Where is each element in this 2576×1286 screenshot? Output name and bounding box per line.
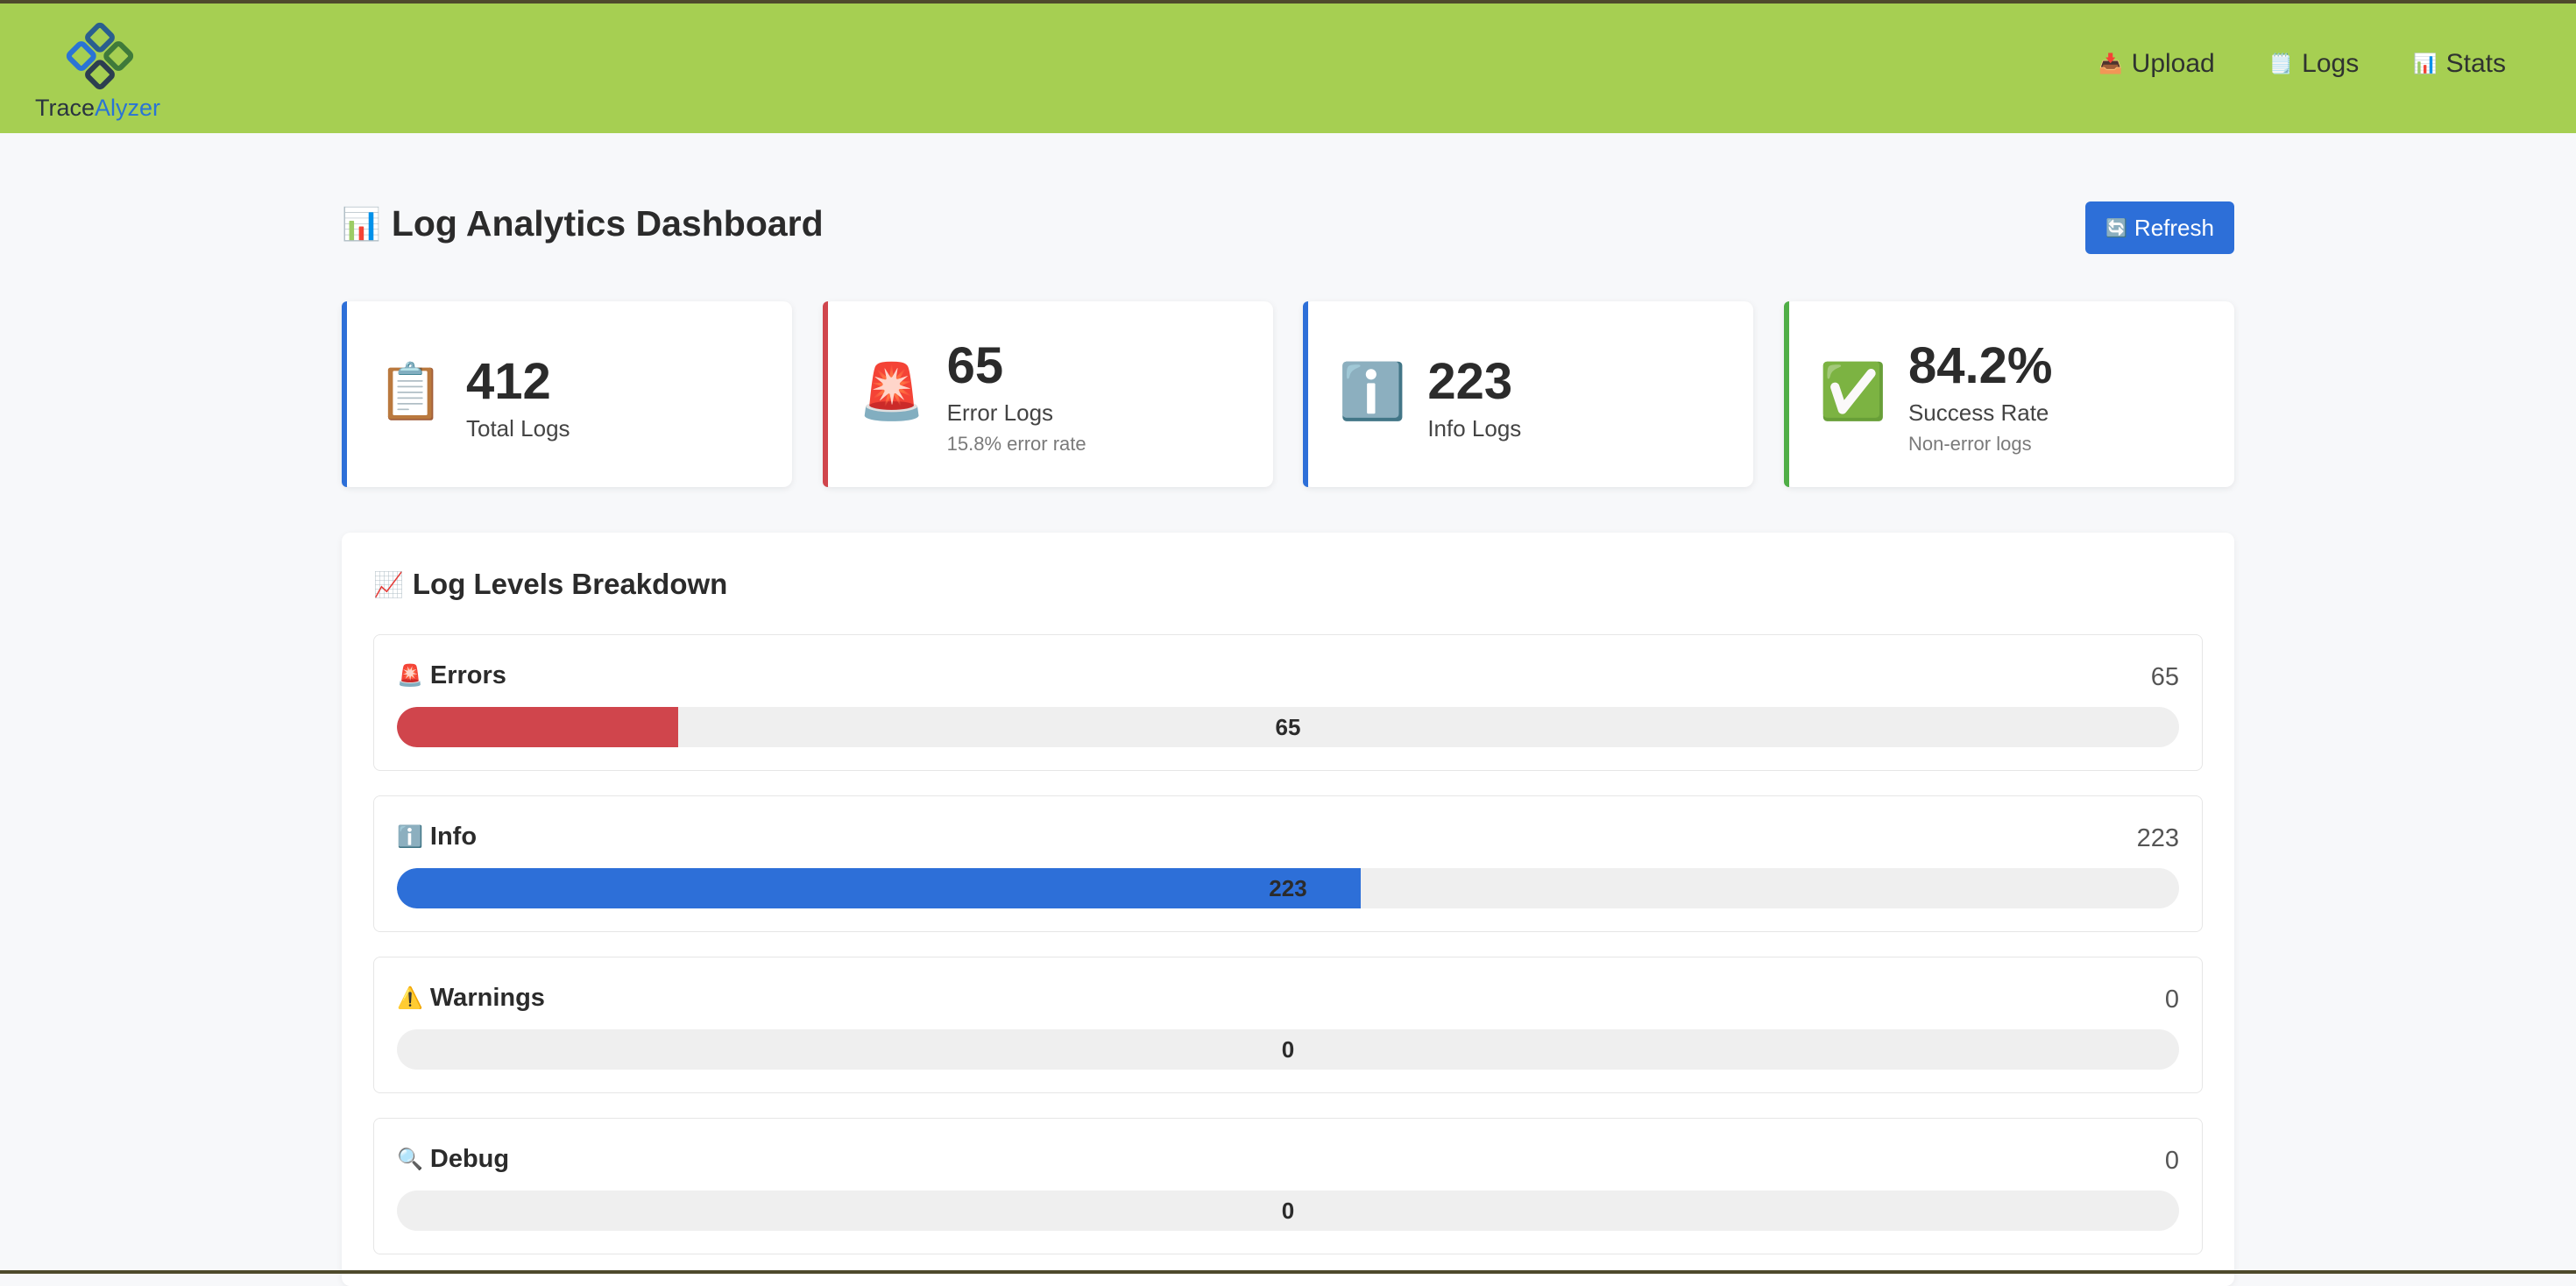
breakdown-title: 📈 Log Levels Breakdown bbox=[373, 568, 727, 601]
app-window: TraceAlyzer 📥 Upload 🗒️ Logs 📊 Stats 📊 L… bbox=[0, 0, 2576, 1286]
stat-label: Success Rate bbox=[1907, 399, 2049, 426]
inbox-tray-icon: 📥 bbox=[2098, 53, 2123, 74]
level-row-info: ℹ️ Info 223 223 bbox=[373, 795, 2203, 932]
level-count: 0 bbox=[2164, 1147, 2179, 1175]
level-count: 65 bbox=[2150, 663, 2179, 691]
stat-subtext: Non-error logs bbox=[1907, 433, 2032, 455]
level-row-warnings: ⚠️ Warnings 0 0 bbox=[373, 957, 2203, 1093]
info-icon: ℹ️ bbox=[1338, 361, 1406, 422]
brand-logo[interactable]: TraceAlyzer bbox=[35, 21, 166, 126]
breakdown-title-text: Log Levels Breakdown bbox=[412, 568, 728, 600]
stat-value: 65 bbox=[946, 337, 1004, 394]
stat-card-total-logs: 📋 412 Total Logs bbox=[342, 301, 792, 487]
brand-name-part2: Alyzer bbox=[95, 95, 161, 121]
level-bar-track: 65 bbox=[397, 707, 2179, 747]
level-name-text: Warnings bbox=[429, 984, 545, 1012]
level-bar-label: 223 bbox=[1269, 875, 1307, 901]
stat-value: 223 bbox=[1427, 353, 1513, 410]
level-bar-label: 0 bbox=[1281, 1198, 1295, 1224]
siren-icon: 🚨 bbox=[397, 664, 423, 688]
nav-stats-label: Stats bbox=[2445, 49, 2506, 78]
stat-card-success-rate: ✅ 84.2% Success Rate Non-error logs bbox=[1783, 301, 2234, 487]
level-bar-label: 65 bbox=[1275, 714, 1301, 740]
level-name: ⚠️ Warnings bbox=[397, 984, 545, 1013]
level-name: 🔍 Debug bbox=[397, 1145, 509, 1174]
stat-value: 84.2% bbox=[1907, 337, 2053, 394]
brand-name: TraceAlyzer bbox=[35, 95, 160, 122]
level-name: 🚨 Errors bbox=[397, 661, 506, 690]
stat-label: Error Logs bbox=[946, 399, 1054, 426]
nav-logs-label: Logs bbox=[2302, 49, 2360, 78]
level-count: 0 bbox=[2164, 986, 2179, 1014]
nav-logs[interactable]: 🗒️ Logs bbox=[2269, 49, 2359, 79]
page-title: 📊 Log Analytics Dashboard bbox=[342, 203, 824, 244]
stat-card-info-logs: ℹ️ 223 Info Logs bbox=[1303, 301, 1754, 487]
stat-label: Total Logs bbox=[466, 415, 570, 442]
refresh-button[interactable]: 🔄 Refresh bbox=[2085, 201, 2234, 254]
stat-value: 412 bbox=[466, 353, 551, 410]
level-bar-track: 0 bbox=[397, 1191, 2179, 1231]
level-bar-track: 223 bbox=[397, 868, 2179, 908]
level-name: ℹ️ Info bbox=[397, 823, 477, 851]
level-count: 223 bbox=[2136, 824, 2179, 852]
chart-increasing-icon: 📈 bbox=[373, 570, 404, 598]
page-title-text: Log Analytics Dashboard bbox=[391, 203, 824, 244]
log-levels-breakdown: 📈 Log Levels Breakdown 🚨 Errors 65 65 ℹ️… bbox=[342, 533, 2234, 1286]
refresh-icon: 🔄 bbox=[2105, 218, 2127, 238]
level-row-debug: 🔍 Debug 0 0 bbox=[373, 1118, 2203, 1254]
nav-stats[interactable]: 📊 Stats bbox=[2413, 49, 2506, 79]
level-bar-label: 0 bbox=[1281, 1036, 1295, 1063]
navbar: TraceAlyzer 📥 Upload 🗒️ Logs 📊 Stats bbox=[0, 4, 2576, 133]
stat-label: Info Logs bbox=[1427, 415, 1522, 442]
level-bar-track: 0 bbox=[397, 1029, 2179, 1070]
level-name-text: Debug bbox=[429, 1145, 510, 1173]
nav-upload[interactable]: 📥 Upload bbox=[2098, 49, 2214, 79]
stats-cards: 📋 412 Total Logs 🚨 65 Error Logs 15.8% e… bbox=[342, 301, 2234, 487]
tracealyzer-logo-icon bbox=[66, 22, 134, 90]
window-bottom-border bbox=[0, 1270, 2576, 1274]
info-icon: ℹ️ bbox=[397, 825, 423, 849]
stat-subtext: 15.8% error rate bbox=[946, 433, 1086, 455]
clipboard-icon: 📋 bbox=[377, 361, 445, 422]
warning-icon: ⚠️ bbox=[397, 986, 423, 1010]
bar-chart-icon: 📊 bbox=[2413, 53, 2438, 74]
nav-upload-label: Upload bbox=[2131, 49, 2215, 78]
level-row-errors: 🚨 Errors 65 65 bbox=[373, 634, 2203, 771]
magnifier-icon: 🔍 bbox=[397, 1148, 423, 1171]
notepad-icon: 🗒️ bbox=[2268, 53, 2294, 74]
level-name-text: Errors bbox=[429, 661, 506, 689]
check-mark-icon: ✅ bbox=[1819, 361, 1887, 422]
refresh-button-label: Refresh bbox=[2134, 214, 2214, 241]
bar-chart-icon: 📊 bbox=[342, 205, 381, 242]
dashboard-main: 📊 Log Analytics Dashboard 🔄 Refresh 📋 41… bbox=[342, 133, 2234, 1286]
main-nav: 📥 Upload 🗒️ Logs 📊 Stats bbox=[2044, 49, 2506, 79]
level-name-text: Info bbox=[429, 823, 478, 851]
brand-name-part1: Trace bbox=[35, 95, 96, 121]
stat-card-error-logs: 🚨 65 Error Logs 15.8% error rate bbox=[822, 301, 1273, 487]
siren-icon: 🚨 bbox=[858, 361, 926, 422]
